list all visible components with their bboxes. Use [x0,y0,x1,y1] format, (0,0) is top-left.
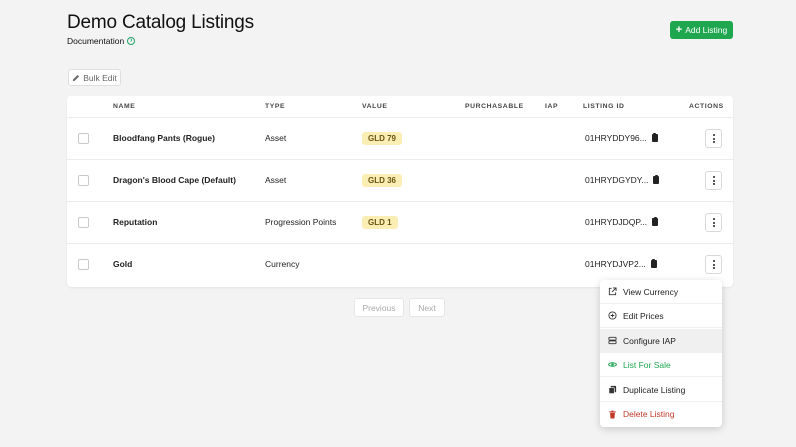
row-actions-button[interactable] [705,213,722,232]
column-header-type: TYPE [265,103,286,110]
menu-item-configure-iap[interactable]: Configure IAP [600,329,722,353]
page-title: Demo Catalog Listings [67,12,254,33]
row-checkbox[interactable] [78,175,89,186]
menu-item-duplicate-listing[interactable]: Duplicate Listing [600,378,722,402]
column-header-listing-id: LISTING ID [583,103,625,110]
table-header: NAME TYPE VALUE PURCHASABLE IAP LISTING … [67,96,733,118]
menu-item-label: Edit Prices [623,310,664,321]
listing-id: 01HRYDJDQP... [585,216,659,227]
menu-item-delete-listing[interactable]: Delete Listing [600,402,722,426]
menu-item-label: List For Sale [623,359,671,370]
menu-item-list-for-sale[interactable]: List For Sale [600,353,722,377]
plus-circle-icon [608,311,617,320]
column-header-purchasable: PURCHASABLE [465,103,524,110]
documentation-link[interactable]: Documentation › [67,36,136,46]
menu-item-edit-prices[interactable]: Edit Prices [600,304,722,328]
row-actions-menu: View Currency Edit Prices Configure IAP … [600,280,722,427]
listing-name: Bloodfang Pants (Rogue) [113,133,215,143]
value-badge: GLD 36 [362,174,403,187]
add-listing-label: Add Listing [685,25,728,35]
listing-name: Dragon's Blood Cape (Default) [113,175,236,185]
listing-type: Progression Points [265,217,337,227]
pencil-icon [73,74,80,81]
menu-item-label: Delete Listing [623,409,675,419]
listing-name: Gold [113,259,133,269]
add-listing-button[interactable]: + Add Listing [670,21,733,39]
listing-name: Reputation [113,217,158,227]
listing-type: Asset [265,175,287,185]
row-checkbox[interactable] [78,259,89,270]
bulk-edit-button[interactable]: Bulk Edit [68,69,121,86]
row-actions-button[interactable] [705,171,722,190]
listing-type: Asset [265,133,287,143]
listing-id: 01HRYDJVP2... [585,258,657,269]
arrow-circle-icon: › [127,37,136,45]
column-header-value: VALUE [362,103,388,110]
listing-id: 01HRYDDY96... [585,132,658,143]
listing-id-text: 01HRYDGYDY... [585,175,649,185]
external-link-icon [608,287,617,296]
table-row[interactable]: Dragon's Blood Cape (Default) Asset GLD … [67,160,733,202]
listing-id: 01HRYDGYDY... [585,174,660,185]
menu-item-label: View Currency [623,286,679,297]
table-row[interactable]: Reputation Progression Points GLD 1 01HR… [67,202,733,244]
eye-icon [608,362,617,367]
menu-item-view-currency[interactable]: View Currency [600,280,722,304]
previous-page-button[interactable]: Previous [354,298,404,317]
clipboard-icon[interactable] [652,216,659,226]
plus-icon: + [675,24,683,36]
listing-id-text: 01HRYDDY96... [585,133,647,143]
bulk-edit-label: Bulk Edit [83,72,117,83]
next-page-button[interactable]: Next [409,298,445,317]
listing-id-text: 01HRYDJVP2... [585,259,646,269]
listing-id-text: 01HRYDJDQP... [585,217,648,227]
clipboard-icon[interactable] [651,132,658,142]
clipboard-icon[interactable] [653,174,660,184]
trash-icon [609,410,616,418]
row-actions-button[interactable] [705,129,722,148]
listing-type: Currency [265,259,300,269]
column-header-iap: IAP [545,103,559,110]
server-icon [608,336,617,345]
value-badge: GLD 79 [362,132,403,145]
row-actions-button[interactable] [705,255,722,274]
listings-table: NAME TYPE VALUE PURCHASABLE IAP LISTING … [67,96,733,287]
clipboard-icon[interactable] [650,258,657,268]
table-row[interactable]: Bloodfang Pants (Rogue) Asset GLD 79 01H… [67,118,733,160]
documentation-link-label: Documentation [67,36,125,46]
column-header-actions: ACTIONS [689,103,724,110]
value-badge: GLD 1 [362,216,398,229]
menu-item-label: Duplicate Listing [623,384,686,395]
copy-icon [608,385,617,394]
column-header-name: NAME [113,103,136,110]
menu-item-label: Configure IAP [623,335,676,346]
row-checkbox[interactable] [78,133,89,144]
row-checkbox[interactable] [78,217,89,228]
